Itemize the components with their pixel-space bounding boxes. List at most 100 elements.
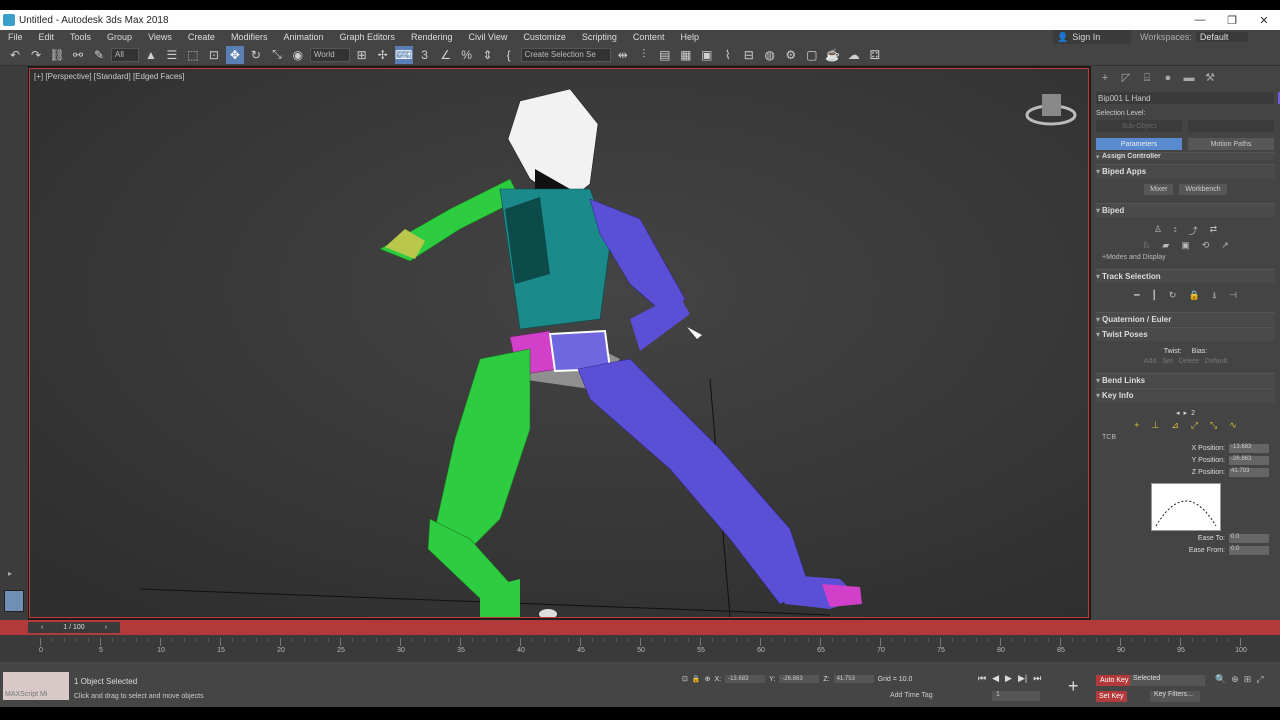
percent-snap-icon[interactable]: % <box>458 46 476 64</box>
sub-object-button[interactable]: Sub-Object <box>1096 120 1182 132</box>
convert-icon[interactable]: ⟲ <box>1202 240 1210 251</box>
layer-explorer-icon[interactable]: ▦ <box>677 46 695 64</box>
keyboard-shortcut-override-icon[interactable]: ⌨ <box>394 45 413 64</box>
delete-pose-button[interactable]: Delete <box>1179 358 1199 365</box>
viewport-label[interactable]: [+] [Perspective] [Standard] [Edged Face… <box>34 72 185 81</box>
maximize-viewport-icon[interactable]: ⤢ <box>1256 674 1263 685</box>
set-free-key-icon[interactable]: ⤢ <box>1191 420 1198 431</box>
viewport-layout-tabs[interactable]: ▸ <box>0 66 28 620</box>
menu-views[interactable]: Views <box>140 32 180 42</box>
object-name-field[interactable]: Bip001 L Hand <box>1096 92 1280 104</box>
menu-group[interactable]: Group <box>99 32 140 42</box>
save-file-icon[interactable]: ▣ <box>1181 240 1190 251</box>
snaps-toggle-icon[interactable]: 3 <box>416 46 434 64</box>
play-icon[interactable]: ▶ <box>1005 673 1012 684</box>
key-selection-dropdown[interactable]: Selected <box>1130 675 1205 686</box>
modify-tab-icon[interactable]: ◸ <box>1120 72 1132 84</box>
add-pose-button[interactable]: Add <box>1144 358 1156 365</box>
biped-rollout[interactable]: Biped <box>1096 203 1275 217</box>
lock-cob-icon[interactable]: 🔒 <box>1188 290 1199 301</box>
set-key-icon[interactable]: + <box>1134 420 1139 431</box>
place-icon[interactable]: ◉ <box>289 46 307 64</box>
align-icon[interactable]: ⫶ <box>635 46 653 64</box>
modes-display-toggle[interactable]: +Modes and Display <box>1102 254 1269 261</box>
x-coord-field[interactable]: -13.683 <box>725 675 766 683</box>
track-bar[interactable]: 0 5 10 15 20 25 30 35 40 45 50 55 60 65 70 75 80 85 90 95 10… <box>0 635 1280 662</box>
menu-tools[interactable]: Tools <box>62 32 99 42</box>
track-selection-rollout[interactable]: Track Selection <box>1096 269 1275 283</box>
render-production-icon[interactable]: ☕ <box>824 46 842 64</box>
next-frame-icon[interactable]: ▶| <box>1018 673 1027 684</box>
absolute-mode-icon[interactable]: ⊕ <box>705 675 711 683</box>
display-tab-icon[interactable]: ▬ <box>1183 72 1195 84</box>
z-position-field[interactable]: 41.793 <box>1229 468 1269 477</box>
symmetrical-icon[interactable]: ⍋ <box>1212 290 1217 301</box>
rect-selection-icon[interactable]: ⬚ <box>184 46 202 64</box>
current-frame-field[interactable]: 1 <box>992 691 1040 701</box>
isolate-selection-icon[interactable]: ⊡ <box>682 675 688 683</box>
workspace-selector[interactable]: Workspaces: Default <box>1140 30 1249 44</box>
select-by-name-icon[interactable]: ☰ <box>163 46 181 64</box>
schematic-view-icon[interactable]: ⊟ <box>740 46 758 64</box>
mixer-mode-icon[interactable]: ⇄ <box>1210 224 1218 237</box>
previous-frame-icon[interactable]: ◀ <box>992 673 999 684</box>
move-all-icon[interactable]: ↗ <box>1221 240 1229 251</box>
parameters-button[interactable]: Parameters <box>1096 138 1182 150</box>
key-number[interactable]: 2 <box>1191 410 1195 417</box>
figure-mode-icon[interactable]: ♙ <box>1154 224 1162 237</box>
menu-scripting[interactable]: Scripting <box>574 32 625 42</box>
sign-in-button[interactable]: 👤 Sign In <box>1053 30 1131 44</box>
footstep-mode-icon[interactable]: ⦂ <box>1174 224 1177 237</box>
bind-spacewarp-icon[interactable]: ✎ <box>90 46 108 64</box>
undo-icon[interactable]: ↶ <box>6 46 24 64</box>
mixer-button[interactable]: Mixer <box>1144 184 1174 195</box>
unlink-icon[interactable]: ⚯ <box>69 46 87 64</box>
opposite-icon[interactable]: ⊣ <box>1229 290 1237 301</box>
select-and-rotate-icon[interactable]: ↻ <box>247 46 265 64</box>
menu-content[interactable]: Content <box>625 32 673 42</box>
key-info-rollout[interactable]: Key Info <box>1096 388 1275 402</box>
default-pose-button[interactable]: Default <box>1205 358 1227 365</box>
scene-explorer-icon[interactable]: ▤ <box>656 46 674 64</box>
select-and-scale-icon[interactable]: ⤡ <box>268 46 286 64</box>
hierarchy-tab-icon[interactable]: ⌸ <box>1141 72 1153 84</box>
viewport-layout-thumbnail[interactable] <box>4 590 24 612</box>
body-horizontal-icon[interactable]: ━ <box>1134 290 1139 301</box>
zoom-icon[interactable]: 🔍 <box>1215 674 1226 685</box>
zoom-extents-icon[interactable]: ⊞ <box>1244 674 1252 685</box>
auto-key-button[interactable]: Auto Key <box>1096 675 1133 686</box>
prev-key-icon[interactable]: ◂ <box>1176 409 1180 417</box>
quaternion-euler-rollout[interactable]: Quaternion / Euler <box>1096 312 1275 326</box>
window-crossing-icon[interactable]: ⊡ <box>205 46 223 64</box>
rendered-frame-window-icon[interactable]: ▢ <box>803 46 821 64</box>
expand-arrow-icon[interactable]: ▸ <box>8 569 12 578</box>
utilities-tab-icon[interactable]: ⚒ <box>1204 72 1216 84</box>
selection-lock-icon[interactable]: 🔒 <box>692 675 701 683</box>
select-manipulate-icon[interactable]: ✢ <box>374 46 392 64</box>
assign-controller-rollout[interactable]: Assign Controller <box>1096 152 1275 160</box>
motion-flow-icon[interactable]: ⤴ <box>1189 224 1198 237</box>
anchor-icon[interactable]: ⤡ <box>1210 420 1217 431</box>
set-planted-key-icon[interactable]: ⊥ <box>1151 420 1159 431</box>
set-pose-button[interactable]: Set <box>1162 358 1173 365</box>
time-slider[interactable]: ‹ 1 / 100 › <box>28 622 120 633</box>
sub-object-dropdown[interactable] <box>1188 120 1274 132</box>
select-object-icon[interactable]: ▲ <box>142 46 160 64</box>
ease-from-field[interactable]: 0.0 <box>1229 546 1269 555</box>
maximize-button[interactable]: ❐ <box>1216 14 1248 27</box>
bend-links-rollout[interactable]: Bend Links <box>1096 373 1275 387</box>
load-file-icon[interactable]: ▰ <box>1162 240 1169 251</box>
menu-animation[interactable]: Animation <box>275 32 331 42</box>
time-slider-prev-icon[interactable]: ‹ <box>41 624 43 631</box>
set-sliding-key-icon[interactable]: ⊿ <box>1171 420 1179 431</box>
curve-editor-icon[interactable]: ⌇ <box>719 46 737 64</box>
close-button[interactable]: ✕ <box>1248 14 1280 27</box>
create-tab-icon[interactable]: + <box>1099 72 1111 84</box>
maxscript-listener[interactable]: MAXScript Mi <box>3 672 69 700</box>
set-key-plus-icon[interactable]: + <box>1068 676 1079 697</box>
edit-named-selection-icon[interactable]: { <box>500 46 518 64</box>
menu-create[interactable]: Create <box>180 32 223 42</box>
named-selection-dropdown[interactable]: Create Selection Se <box>520 47 611 62</box>
menu-rendering[interactable]: Rendering <box>403 32 461 42</box>
menu-help[interactable]: Help <box>672 32 707 42</box>
